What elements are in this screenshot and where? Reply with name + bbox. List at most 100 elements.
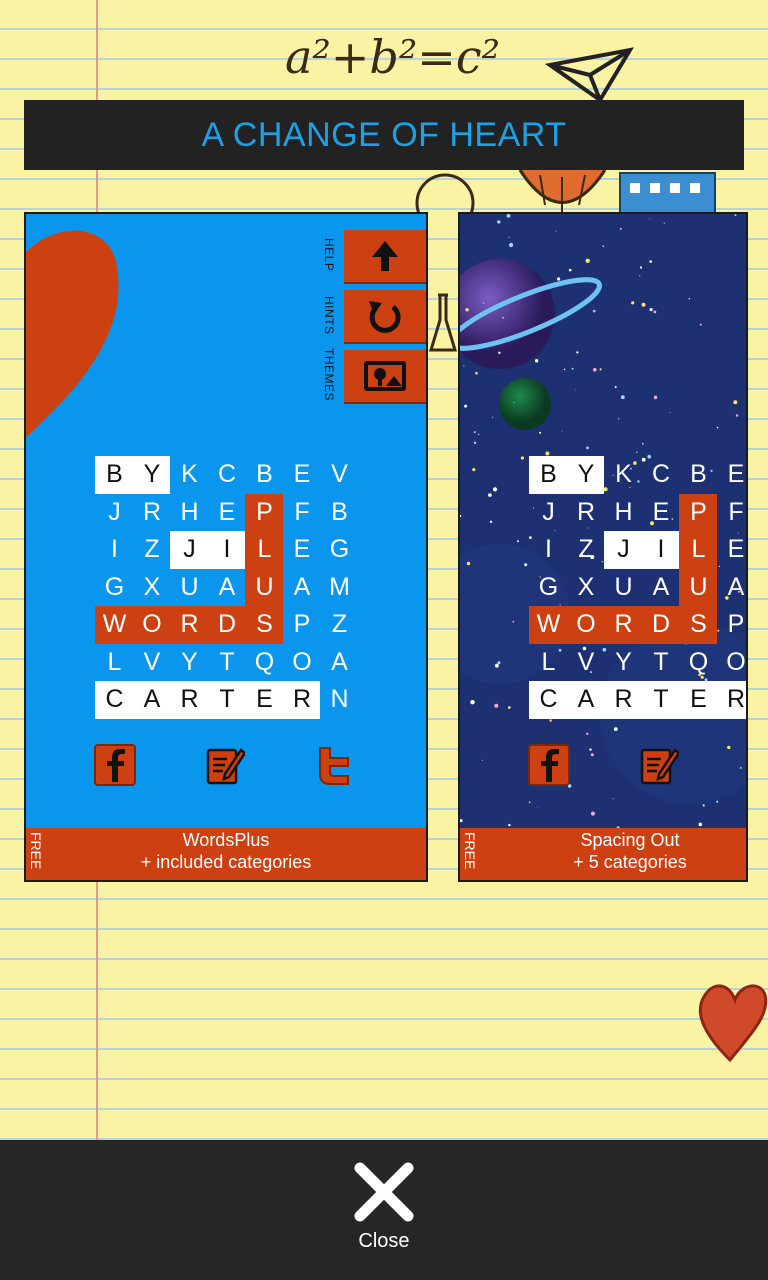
- theme-card-wordsplus[interactable]: HELP HINTS THEMES BYKCBEVJRHEPFBIZJILEGG…: [24, 212, 428, 882]
- grid-letter[interactable]: J: [171, 531, 208, 568]
- grid-letter[interactable]: L: [680, 531, 717, 568]
- grid-letter[interactable]: R: [171, 606, 208, 643]
- grid-letter[interactable]: A: [209, 569, 246, 606]
- grid-letter[interactable]: R: [605, 606, 642, 643]
- grid-letter[interactable]: F: [718, 494, 747, 531]
- grid-letter[interactable]: E: [246, 681, 283, 718]
- edit-share-button[interactable]: [203, 744, 245, 786]
- grid-letter[interactable]: H: [605, 494, 642, 531]
- grid-letter[interactable]: P: [718, 606, 747, 643]
- grid-letter[interactable]: T: [643, 681, 680, 718]
- grid-letter[interactable]: R: [605, 681, 642, 718]
- grid-letter[interactable]: F: [284, 494, 321, 531]
- grid-letter[interactable]: L: [246, 531, 283, 568]
- grid-letter[interactable]: I: [530, 531, 567, 568]
- grid-letter[interactable]: R: [718, 681, 747, 718]
- grid-letter[interactable]: E: [718, 531, 747, 568]
- grid-letter[interactable]: R: [284, 681, 321, 718]
- facebook-share-button[interactable]: [94, 744, 136, 786]
- grid-letter[interactable]: E: [643, 494, 680, 531]
- grid-letter[interactable]: V: [568, 644, 605, 681]
- grid-letter[interactable]: R: [568, 494, 605, 531]
- grid-letter[interactable]: O: [284, 644, 321, 681]
- grid-letter[interactable]: U: [246, 569, 283, 606]
- grid-letter[interactable]: T: [643, 644, 680, 681]
- grid-letter[interactable]: Y: [605, 644, 642, 681]
- grid-letter[interactable]: J: [96, 494, 133, 531]
- grid-letter[interactable]: L: [530, 644, 567, 681]
- hints-button[interactable]: [344, 290, 426, 342]
- grid-letter[interactable]: B: [680, 456, 717, 493]
- grid-letter[interactable]: A: [718, 569, 747, 606]
- grid-letter[interactable]: B: [321, 494, 358, 531]
- grid-letter[interactable]: X: [134, 569, 171, 606]
- grid-letter[interactable]: P: [246, 494, 283, 531]
- facebook-share-button[interactable]: [528, 744, 570, 786]
- grid-letter[interactable]: E: [718, 456, 747, 493]
- grid-letter[interactable]: Y: [171, 644, 208, 681]
- grid-letter[interactable]: P: [284, 606, 321, 643]
- grid-letter[interactable]: P: [680, 494, 717, 531]
- grid-letter[interactable]: Z: [568, 531, 605, 568]
- grid-letter[interactable]: Q: [680, 644, 717, 681]
- grid-letter[interactable]: G: [321, 531, 358, 568]
- grid-letter[interactable]: C: [530, 681, 567, 718]
- grid-letter[interactable]: V: [321, 456, 358, 493]
- grid-letter[interactable]: E: [284, 531, 321, 568]
- grid-letter[interactable]: O: [134, 606, 171, 643]
- grid-letter[interactable]: U: [171, 569, 208, 606]
- grid-letter[interactable]: B: [530, 456, 567, 493]
- grid-letter[interactable]: U: [605, 569, 642, 606]
- grid-letter[interactable]: N: [321, 681, 358, 718]
- grid-letter[interactable]: W: [530, 606, 567, 643]
- grid-letter[interactable]: H: [171, 494, 208, 531]
- grid-letter[interactable]: Y: [568, 456, 605, 493]
- grid-letter[interactable]: E: [209, 494, 246, 531]
- grid-letter[interactable]: Y: [134, 456, 171, 493]
- grid-letter[interactable]: I: [643, 531, 680, 568]
- grid-letter[interactable]: W: [96, 606, 133, 643]
- grid-letter[interactable]: M: [321, 569, 358, 606]
- grid-letter[interactable]: D: [209, 606, 246, 643]
- grid-letter[interactable]: J: [605, 531, 642, 568]
- grid-letter[interactable]: E: [680, 681, 717, 718]
- grid-letter[interactable]: B: [96, 456, 133, 493]
- grid-letter[interactable]: J: [530, 494, 567, 531]
- grid-letter[interactable]: O: [718, 644, 747, 681]
- grid-letter[interactable]: I: [209, 531, 246, 568]
- theme-card-spacing-out[interactable]: BYKCBEVJRHEPFBIZJILEGGXUAUAMWORDSPZLVYTQ…: [458, 212, 748, 882]
- grid-letter[interactable]: Z: [134, 531, 171, 568]
- grid-letter[interactable]: I: [96, 531, 133, 568]
- grid-letter[interactable]: Q: [246, 644, 283, 681]
- grid-letter[interactable]: C: [96, 681, 133, 718]
- grid-letter[interactable]: K: [605, 456, 642, 493]
- grid-letter[interactable]: A: [284, 569, 321, 606]
- grid-letter[interactable]: O: [568, 606, 605, 643]
- grid-letter[interactable]: R: [171, 681, 208, 718]
- grid-letter[interactable]: X: [568, 569, 605, 606]
- close-button[interactable]: Close: [334, 1160, 434, 1270]
- grid-letter[interactable]: K: [171, 456, 208, 493]
- themes-button[interactable]: [344, 350, 426, 402]
- grid-letter[interactable]: D: [643, 606, 680, 643]
- grid-letter[interactable]: G: [530, 569, 567, 606]
- help-button[interactable]: [344, 230, 426, 282]
- grid-letter[interactable]: C: [209, 456, 246, 493]
- grid-letter[interactable]: T: [209, 681, 246, 718]
- grid-letter[interactable]: L: [96, 644, 133, 681]
- grid-letter[interactable]: A: [134, 681, 171, 718]
- grid-letter[interactable]: E: [284, 456, 321, 493]
- grid-letter[interactable]: Z: [321, 606, 358, 643]
- grid-letter[interactable]: A: [321, 644, 358, 681]
- grid-letter[interactable]: S: [680, 606, 717, 643]
- grid-letter[interactable]: T: [209, 644, 246, 681]
- twitter-share-button[interactable]: [314, 744, 356, 786]
- grid-letter[interactable]: G: [96, 569, 133, 606]
- grid-letter[interactable]: A: [568, 681, 605, 718]
- grid-letter[interactable]: A: [643, 569, 680, 606]
- edit-share-button[interactable]: [637, 744, 679, 786]
- grid-letter[interactable]: B: [246, 456, 283, 493]
- grid-letter[interactable]: U: [680, 569, 717, 606]
- grid-letter[interactable]: S: [246, 606, 283, 643]
- grid-letter[interactable]: C: [643, 456, 680, 493]
